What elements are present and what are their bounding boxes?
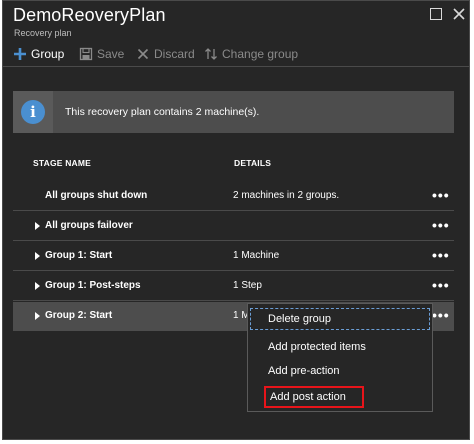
stage-name: All groups shut down bbox=[45, 190, 148, 201]
command-toolbar: Group Save Discard Change group bbox=[3, 39, 469, 67]
info-icon: i bbox=[21, 100, 45, 124]
info-message: This recovery plan contains 2 machine(s)… bbox=[65, 106, 260, 118]
stage-name-header: STAGE NAME bbox=[33, 158, 92, 168]
expand-caret-icon[interactable] bbox=[35, 282, 40, 290]
maximize-icon[interactable] bbox=[430, 8, 442, 20]
change-group-button[interactable]: Change group bbox=[204, 45, 298, 63]
context-menu: Delete group Add protected items Add pre… bbox=[247, 303, 433, 412]
discard-label: Discard bbox=[154, 47, 195, 61]
x-icon bbox=[136, 47, 150, 61]
add-group-label: Group bbox=[31, 47, 65, 61]
close-icon[interactable] bbox=[452, 7, 466, 21]
add-group-button[interactable]: Group bbox=[13, 45, 64, 63]
stage-name: Group 2: Start bbox=[45, 310, 113, 321]
stage-name: All groups failover bbox=[45, 220, 133, 231]
save-icon bbox=[79, 47, 93, 61]
stage-name: Group 1: Start bbox=[45, 250, 113, 261]
more-options-icon[interactable]: ••• bbox=[432, 217, 450, 233]
blade-title: DemoReoveryPlan bbox=[13, 5, 166, 25]
info-banner: i This recovery plan contains 2 machine(… bbox=[13, 91, 454, 133]
stage-details: 1 Step bbox=[233, 280, 262, 291]
save-label: Save bbox=[97, 47, 125, 61]
blade-subtitle: Recovery plan bbox=[14, 28, 72, 38]
menu-item-add-post-action[interactable]: Add post action bbox=[264, 386, 364, 408]
details-header: DETAILS bbox=[234, 158, 272, 168]
more-options-icon[interactable]: ••• bbox=[432, 187, 450, 203]
more-options-icon[interactable]: ••• bbox=[432, 247, 450, 263]
expand-caret-icon[interactable] bbox=[35, 252, 40, 260]
table-row[interactable]: All groups failover ••• bbox=[13, 212, 454, 241]
table-row[interactable]: All groups shut down 2 machines in 2 gro… bbox=[13, 182, 454, 211]
change-group-label: Change group bbox=[222, 47, 299, 61]
info-icon-container: i bbox=[13, 91, 53, 133]
menu-item-delete-group[interactable]: Delete group bbox=[250, 308, 430, 330]
stage-name: Group 1: Post-steps bbox=[45, 280, 141, 291]
discard-button[interactable]: Discard bbox=[136, 45, 195, 63]
more-options-icon[interactable]: ••• bbox=[432, 277, 450, 293]
table-row[interactable]: Group 1: Post-steps 1 Step ••• bbox=[13, 272, 454, 301]
menu-item-add-protected-items[interactable]: Add protected items bbox=[248, 336, 432, 358]
more-options-icon[interactable]: ••• bbox=[432, 307, 450, 323]
expand-caret-icon[interactable] bbox=[35, 312, 40, 320]
stage-details: 2 machines in 2 groups. bbox=[233, 190, 340, 201]
swap-arrows-icon bbox=[204, 47, 218, 61]
table-row[interactable]: Group 1: Start 1 Machine ••• bbox=[13, 242, 454, 271]
menu-item-add-pre-action[interactable]: Add pre-action bbox=[248, 360, 432, 382]
save-button[interactable]: Save bbox=[79, 45, 124, 63]
expand-caret-icon[interactable] bbox=[35, 222, 40, 230]
plus-icon bbox=[13, 47, 27, 61]
stage-details: 1 Machine bbox=[233, 250, 280, 261]
